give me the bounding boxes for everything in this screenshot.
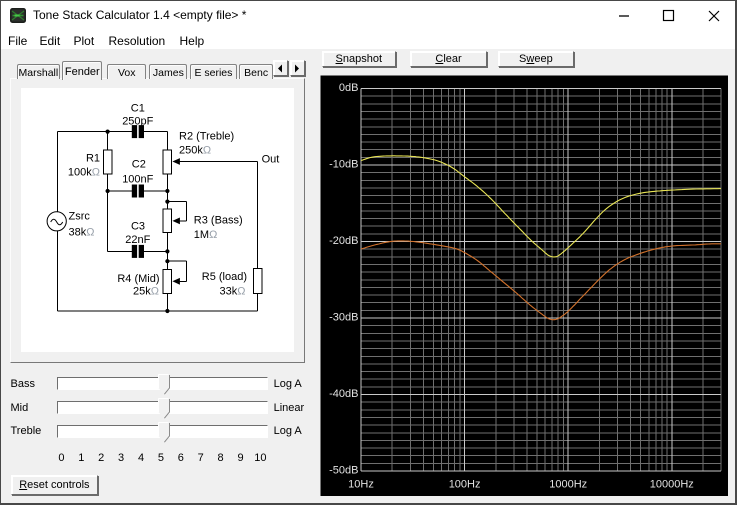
svg-text:-30dB: -30dB bbox=[329, 311, 358, 323]
svg-text:-40dB: -40dB bbox=[329, 388, 358, 400]
svg-text:-50dB: -50dB bbox=[329, 464, 358, 476]
svg-text:-20dB: -20dB bbox=[329, 235, 358, 247]
svg-text:-10dB: -10dB bbox=[329, 158, 358, 170]
svg-text:100Hz: 100Hz bbox=[449, 479, 481, 491]
svg-text:1000Hz: 1000Hz bbox=[549, 479, 587, 491]
svg-text:0dB: 0dB bbox=[339, 82, 359, 94]
svg-text:10Hz: 10Hz bbox=[348, 479, 374, 491]
svg-text:10000Hz: 10000Hz bbox=[650, 479, 694, 491]
